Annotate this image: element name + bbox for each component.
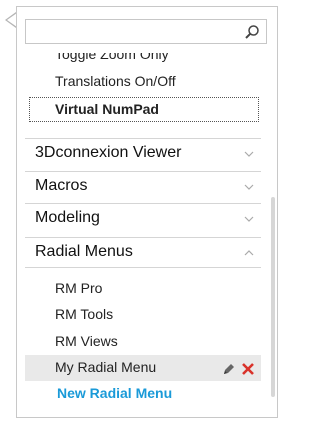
chevron-down-icon[interactable] bbox=[243, 213, 255, 225]
list-item-rm-pro[interactable]: RM Pro bbox=[55, 280, 102, 296]
section-3dconnexion-viewer[interactable]: 3Dconnexion Viewer bbox=[25, 138, 261, 168]
section-label: 3Dconnexion Viewer bbox=[35, 144, 182, 161]
chevron-up-icon[interactable] bbox=[243, 247, 255, 259]
list-item-virtual-numpad[interactable]: Virtual NumPad bbox=[55, 101, 159, 117]
section-label: Modeling bbox=[35, 209, 100, 226]
section-label: Macros bbox=[35, 177, 88, 194]
edit-pencil-icon[interactable] bbox=[222, 362, 236, 376]
list-item-translations[interactable]: Translations On/Off bbox=[55, 73, 176, 89]
command-list[interactable]: Toggle Zoom Only Translations On/Off Vir… bbox=[17, 53, 277, 417]
list-item-rm-views[interactable]: RM Views bbox=[55, 333, 118, 349]
section-radial-menus[interactable]: Radial Menus bbox=[25, 237, 261, 267]
section-macros[interactable]: Macros bbox=[25, 171, 261, 201]
section-modeling[interactable]: Modeling bbox=[25, 203, 261, 233]
section-divider bbox=[25, 267, 261, 268]
list-item-toggle-zoom-only[interactable]: Toggle Zoom Only bbox=[55, 53, 169, 62]
new-radial-menu-link[interactable]: New Radial Menu bbox=[57, 385, 172, 401]
search-input[interactable] bbox=[29, 22, 233, 42]
chevron-down-icon[interactable] bbox=[243, 148, 255, 160]
section-label: Radial Menus bbox=[35, 243, 133, 260]
command-panel: Toggle Zoom Only Translations On/Off Vir… bbox=[16, 6, 278, 418]
chevron-down-icon[interactable] bbox=[243, 181, 255, 193]
list-item-rm-tools[interactable]: RM Tools bbox=[55, 306, 113, 322]
scrollbar-thumb[interactable] bbox=[271, 197, 275, 397]
list-item-my-radial-menu[interactable]: My Radial Menu bbox=[55, 359, 156, 375]
search-icon[interactable] bbox=[244, 24, 260, 40]
delete-icon[interactable] bbox=[241, 362, 255, 376]
search-box[interactable] bbox=[25, 19, 267, 44]
